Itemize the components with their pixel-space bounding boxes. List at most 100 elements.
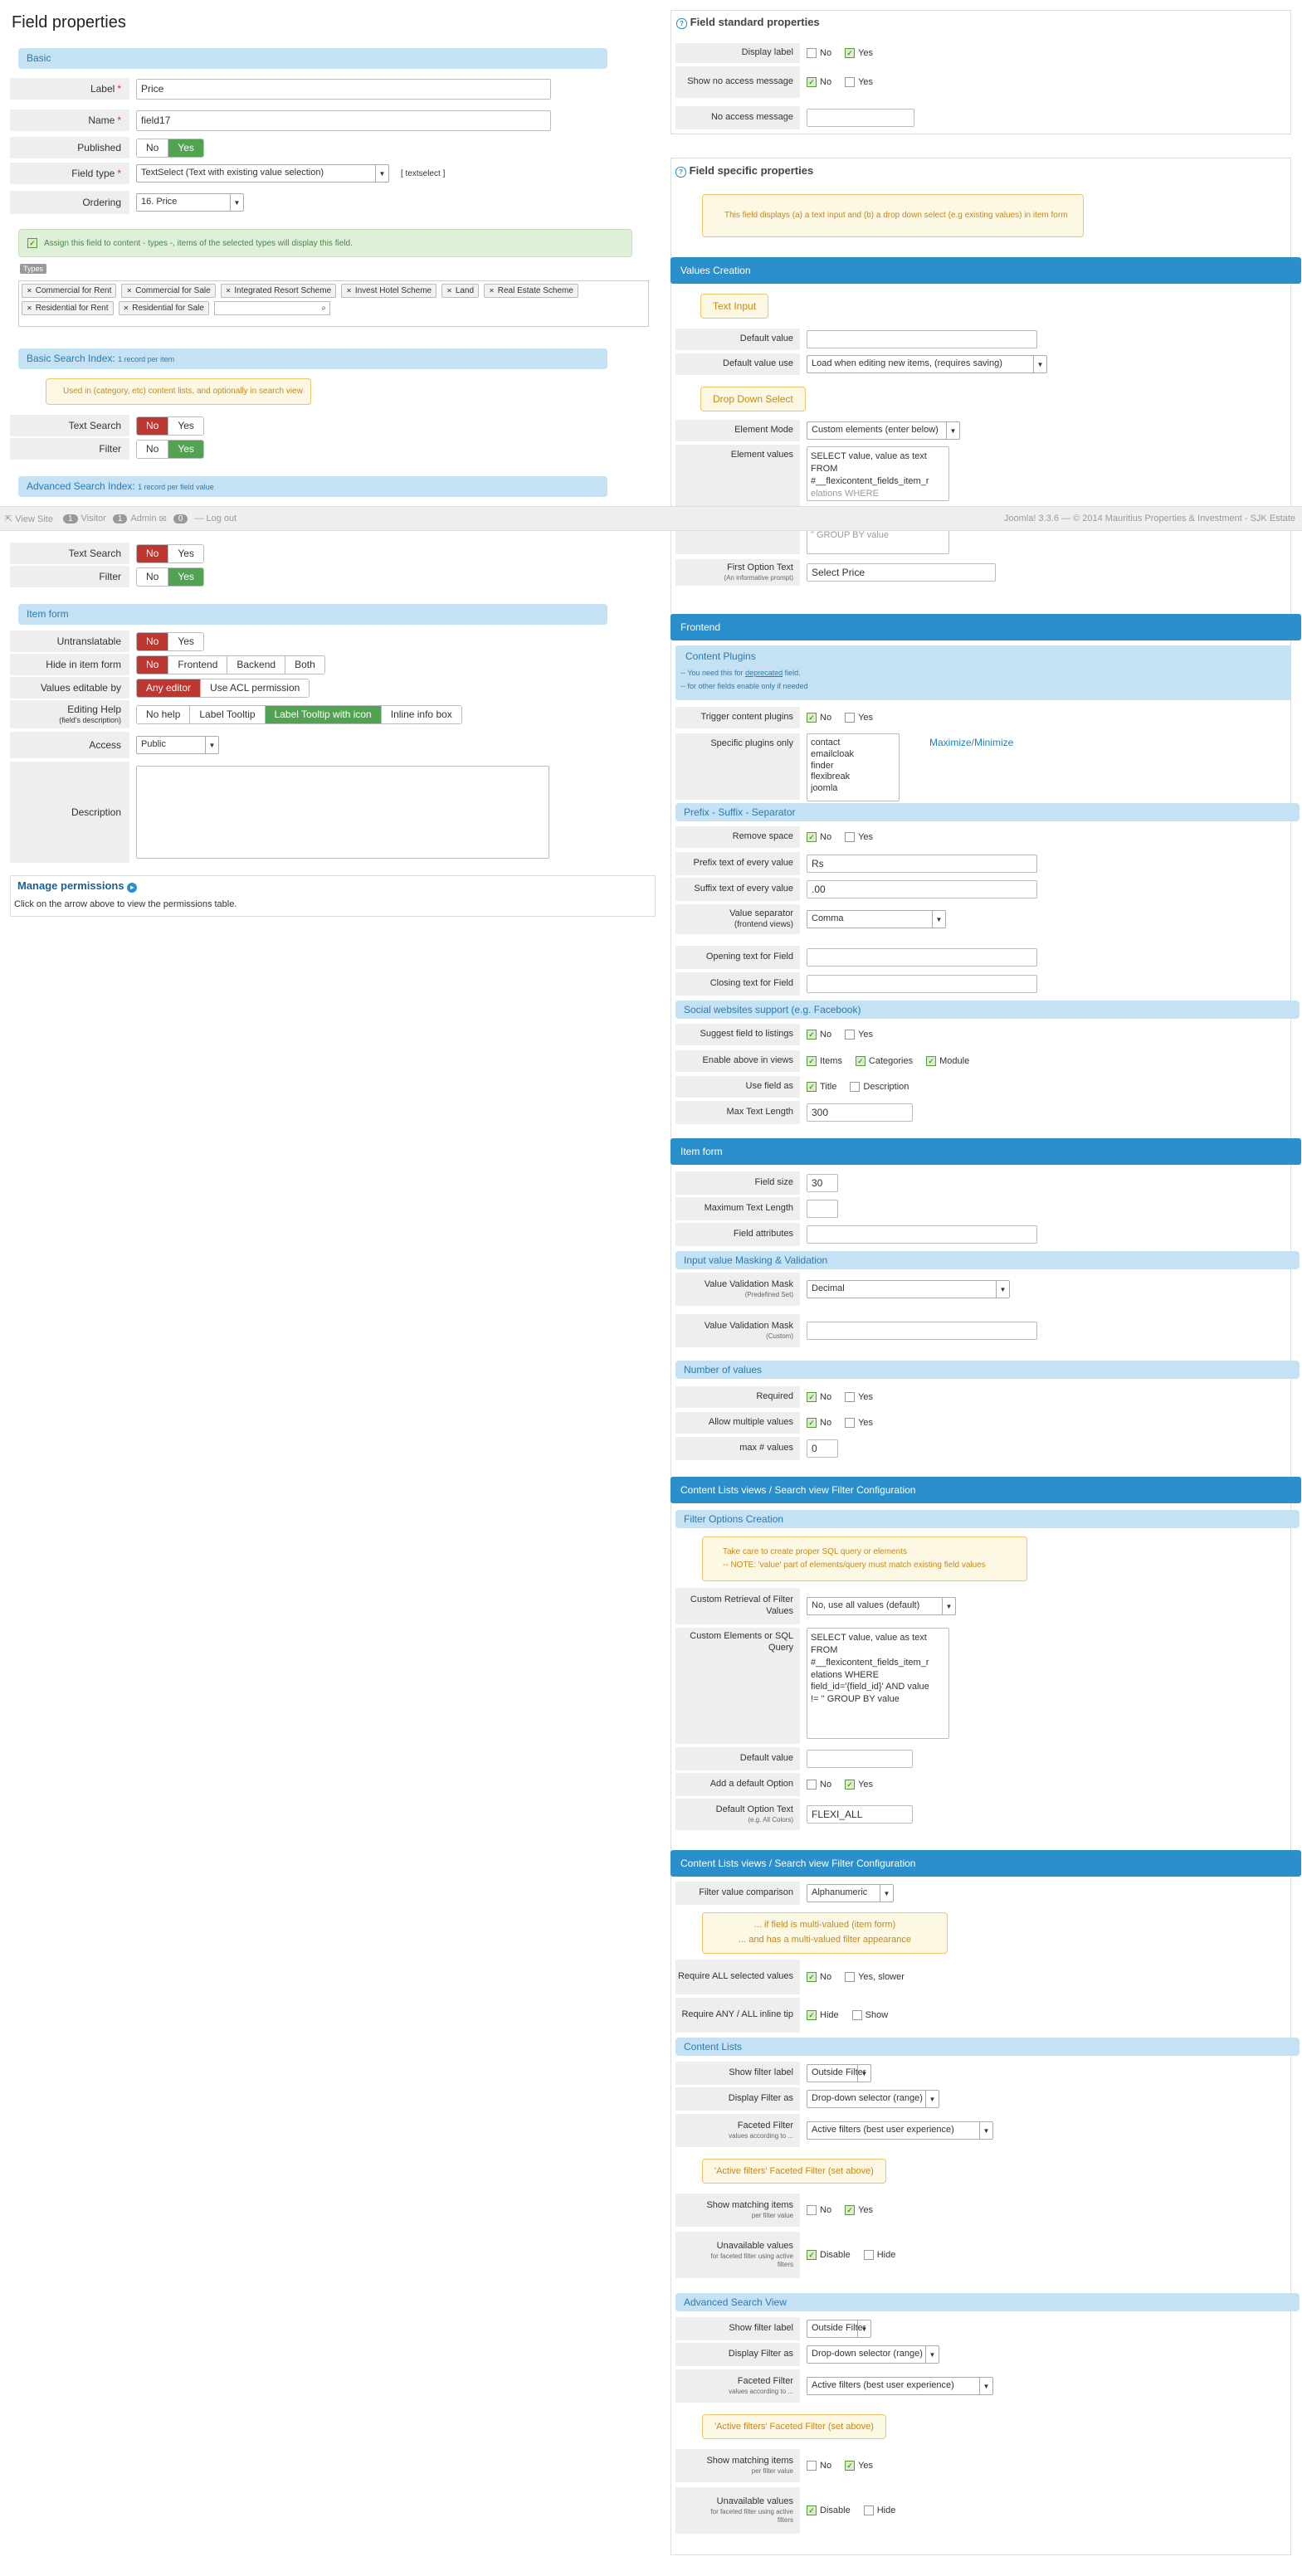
multiple-no[interactable]: ✓: [807, 1418, 817, 1428]
field-size-input[interactable]: [807, 1174, 838, 1192]
remove-icon[interactable]: ✕: [226, 287, 232, 295]
deprecated-link[interactable]: deprecated: [745, 669, 783, 677]
element-values-textarea[interactable]: SELECT value, value as text FROM #__flexic…: [807, 446, 949, 501]
max-text-input[interactable]: [807, 1103, 913, 1122]
help-tooltip[interactable]: Label Tooltip: [189, 705, 265, 723]
arrow-icon[interactable]: ▸: [127, 883, 138, 893]
enable-categories[interactable]: ✓: [855, 1056, 866, 1066]
adv-filter-no[interactable]: No: [137, 567, 168, 586]
multiple-yes[interactable]: [845, 1418, 856, 1428]
required-yes[interactable]: [845, 1392, 856, 1402]
mask-custom-input[interactable]: [807, 1322, 1037, 1340]
drop-down-button[interactable]: Drop Down Select: [700, 387, 806, 411]
types-search[interactable]: ⌕: [213, 301, 330, 315]
adv-text-search-yes[interactable]: Yes: [168, 544, 203, 562]
types-selector[interactable]: ✕ Commercial for Rent ✕ Commercial for Sale…: [18, 280, 649, 327]
as-show-label-select[interactable]: Outside Filter ▼: [807, 2320, 871, 2338]
cl-show-label-select[interactable]: Outside Filter ▼: [807, 2064, 871, 2082]
default-value-input[interactable]: [807, 330, 1037, 348]
hide-both[interactable]: Both: [285, 655, 324, 674]
element-mode-select[interactable]: Custom elements (enter below) ▼: [807, 421, 960, 440]
hide-no[interactable]: No: [137, 655, 168, 674]
remove-space-no[interactable]: ✓: [807, 832, 817, 842]
mask-select[interactable]: Decimal ▼: [807, 1280, 1010, 1298]
description-textarea[interactable]: [136, 766, 549, 859]
as-active-filters-button[interactable]: 'Active filters' Faceted Filter (set abo…: [702, 2414, 886, 2439]
type-tag[interactable]: ✕ Invest Hotel Scheme: [341, 284, 437, 298]
type-tag[interactable]: ✕ Commercial for Rent: [22, 284, 117, 298]
basic-filter-no[interactable]: No: [137, 440, 168, 458]
no-access-yes[interactable]: [845, 77, 856, 87]
label-input[interactable]: [136, 78, 551, 100]
comparison-select[interactable]: Alphanumeric ▼: [807, 1884, 894, 1902]
basic-text-search-yes[interactable]: Yes: [168, 416, 203, 435]
type-tag[interactable]: ✕ Commercial for Sale: [121, 284, 216, 298]
editable-acl[interactable]: Use ACL permission: [200, 679, 310, 697]
name-input[interactable]: [136, 110, 551, 131]
hide-frontend[interactable]: Frontend: [168, 655, 227, 674]
type-tag[interactable]: ✕ Real Estate Scheme: [484, 284, 578, 298]
maximize-minimize-link[interactable]: Maximize/Minimize: [929, 737, 1013, 748]
remove-icon[interactable]: ✕: [27, 287, 32, 295]
trigger-yes[interactable]: [845, 713, 856, 723]
trigger-no[interactable]: ✓: [807, 713, 817, 723]
untranslatable-no[interactable]: No: [137, 632, 168, 650]
cl-unavailable-hide[interactable]: [863, 2250, 874, 2260]
required-no[interactable]: ✓: [807, 1392, 817, 1402]
cl-display-select[interactable]: Drop-down selector (range) ▼: [807, 2090, 939, 2108]
max-length-input[interactable]: [807, 1200, 838, 1218]
require-all-no[interactable]: ✓: [807, 1972, 817, 1982]
as-unavailable-hide[interactable]: [863, 2505, 874, 2515]
as-show-matching-no[interactable]: [807, 2461, 817, 2471]
no-access-no[interactable]: ✓: [807, 77, 817, 87]
opening-input[interactable]: [807, 948, 1037, 967]
basic-text-search-no[interactable]: No: [137, 416, 168, 435]
first-option-input[interactable]: [807, 563, 996, 582]
require-all-yes[interactable]: [845, 1972, 856, 1982]
logout-link[interactable]: — Log out: [194, 514, 237, 523]
require-any-hide[interactable]: ✓: [807, 2010, 817, 2020]
remove-icon[interactable]: ✕: [124, 304, 129, 312]
specific-plugins-list[interactable]: contact emailcloak finder flexibreak joomla: [807, 733, 900, 801]
display-label-no[interactable]: [807, 48, 817, 58]
custom-retrieval-select[interactable]: No, use all values (default) ▼: [807, 1597, 956, 1615]
cl-unavailable-disable[interactable]: ✓: [807, 2250, 817, 2260]
suggest-no[interactable]: ✓: [807, 1030, 817, 1040]
remove-icon[interactable]: ✕: [346, 287, 352, 295]
use-description[interactable]: [850, 1082, 861, 1092]
access-select[interactable]: Public ▼: [136, 736, 219, 754]
as-display-select[interactable]: Drop-down selector (range) ▼: [807, 2345, 939, 2364]
display-label-yes[interactable]: ✓: [845, 48, 856, 58]
suffix-input[interactable]: [807, 880, 1037, 898]
hide-backend[interactable]: Backend: [227, 655, 285, 674]
help-tooltip-icon[interactable]: Label Tooltip with icon: [264, 705, 381, 723]
as-show-matching-yes[interactable]: ✓: [845, 2461, 856, 2471]
cl-show-matching-yes[interactable]: ✓: [845, 2205, 856, 2215]
add-default-yes[interactable]: ✓: [845, 1780, 856, 1790]
basic-filter-yes[interactable]: Yes: [168, 440, 203, 458]
text-input-button[interactable]: Text Input: [700, 294, 769, 319]
as-unavailable-disable[interactable]: ✓: [807, 2505, 817, 2515]
type-tag[interactable]: ✕ Residential for Sale: [118, 301, 209, 315]
remove-space-yes[interactable]: [845, 832, 856, 842]
type-tag[interactable]: ✕ Land: [441, 284, 480, 298]
add-default-no[interactable]: [807, 1780, 817, 1790]
filter-default-input[interactable]: [807, 1750, 913, 1768]
adv-filter-yes[interactable]: Yes: [168, 567, 203, 586]
type-tag[interactable]: ✕ Residential for Rent: [22, 301, 114, 315]
help-inline[interactable]: Inline info box: [380, 705, 461, 723]
max-values-input[interactable]: [807, 1439, 838, 1458]
editable-any[interactable]: Any editor: [137, 679, 201, 697]
use-title[interactable]: ✓: [807, 1082, 817, 1092]
no-access-message-input[interactable]: [807, 109, 914, 127]
published-no[interactable]: No: [137, 139, 168, 157]
attributes-input[interactable]: [807, 1225, 1037, 1244]
suggest-yes[interactable]: [845, 1030, 856, 1040]
remove-icon[interactable]: ✕: [489, 287, 495, 295]
prefix-input[interactable]: [807, 855, 1037, 873]
help-none[interactable]: No help: [137, 705, 190, 723]
remove-icon[interactable]: ✕: [126, 287, 132, 295]
view-site-link[interactable]: ⇱ View Site: [5, 514, 53, 524]
field-type-select[interactable]: TextSelect (Text with existing value sel…: [136, 164, 389, 183]
default-value-use-select[interactable]: Load when editing new items, (requires s…: [807, 355, 1047, 373]
